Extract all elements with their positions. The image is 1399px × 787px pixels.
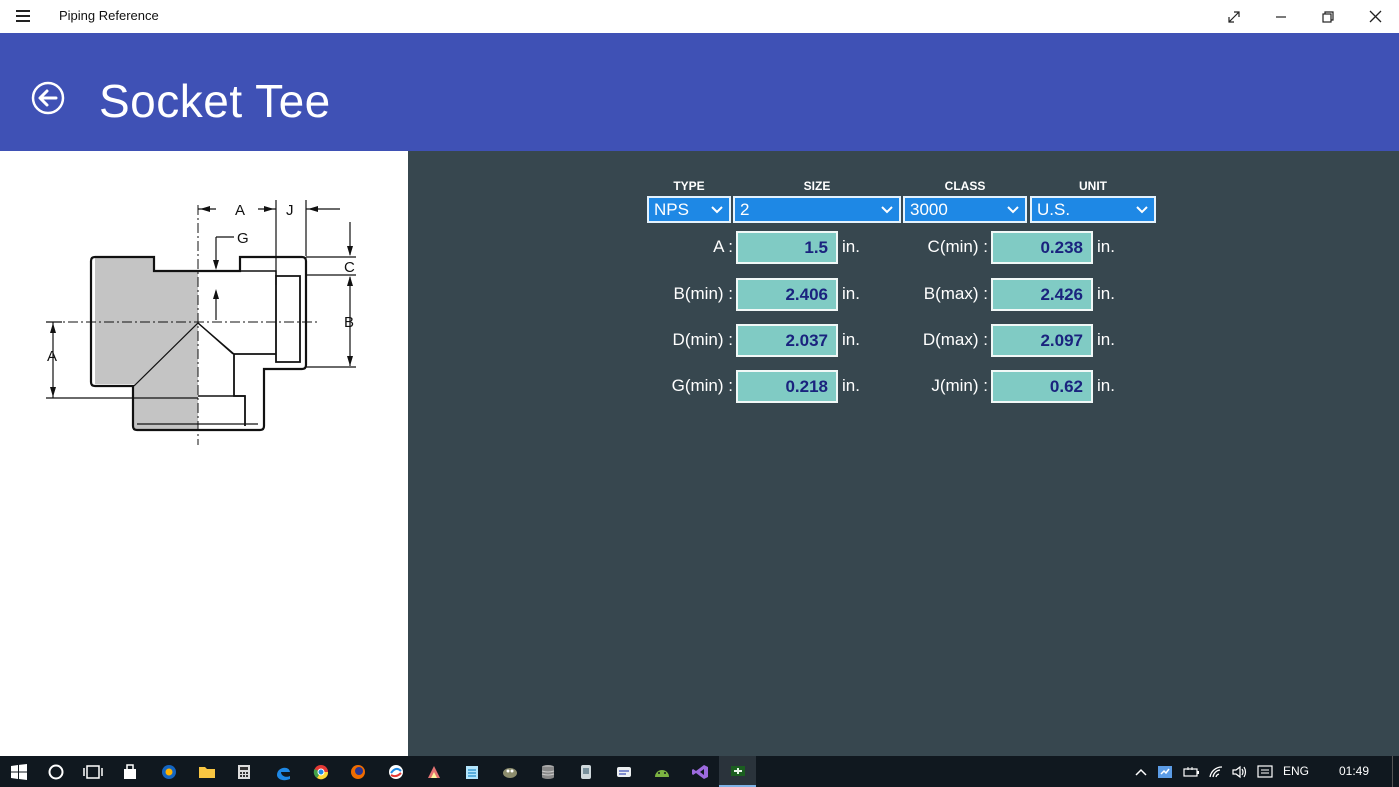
dim-unit-d-max: in.: [1097, 330, 1115, 349]
chevron-up-icon[interactable]: [1130, 756, 1152, 787]
hamburger-menu-icon[interactable]: [16, 10, 30, 22]
calculator-icon[interactable]: [225, 756, 262, 787]
app-icon[interactable]: [567, 756, 604, 787]
chevron-down-icon: [711, 206, 723, 214]
taskbar: ENG 01:49: [0, 756, 1399, 787]
dim-value-b-min: 2.406: [736, 278, 838, 311]
size-select[interactable]: 2: [733, 196, 901, 223]
size-value: 2: [740, 200, 750, 219]
task-view-icon[interactable]: [74, 756, 111, 787]
wifi-icon[interactable]: [1205, 756, 1229, 787]
diagram-label-c: C: [344, 259, 355, 276]
dim-value-a: 1.5: [736, 231, 838, 264]
data-pane: TYPE NPS SIZE 2 CLASS 3000 UNIT U.S. A :…: [408, 151, 1399, 756]
chevron-down-icon: [1136, 206, 1148, 214]
dim-value-c-min: 0.238: [991, 231, 1093, 264]
dim-label-d-max: D(max) :: [922, 330, 988, 349]
unit-value: U.S.: [1037, 200, 1071, 219]
dim-label-g-min: G(min) :: [671, 376, 733, 395]
app-icon[interactable]: [415, 756, 452, 787]
diagram-label-a-left: A: [47, 348, 57, 365]
dim-label-d-min: D(min) :: [672, 330, 733, 349]
dim-value-j-min: 0.62: [991, 370, 1093, 403]
close-button[interactable]: [1352, 0, 1398, 33]
language-indicator[interactable]: ENG: [1283, 764, 1309, 778]
battery-icon[interactable]: [1179, 756, 1203, 787]
minimize-button[interactable]: [1258, 0, 1304, 33]
app-icon[interactable]: [150, 756, 187, 787]
android-icon[interactable]: [643, 756, 680, 787]
app-title: Piping Reference: [59, 8, 159, 23]
dim-value-g-min: 0.218: [736, 370, 838, 403]
visual-studio-icon[interactable]: [681, 756, 718, 787]
diagram-label-j: J: [286, 202, 294, 219]
chevron-down-icon: [1007, 206, 1019, 214]
size-label: SIZE: [803, 179, 831, 193]
database-icon[interactable]: [529, 756, 566, 787]
unit-select[interactable]: U.S.: [1030, 196, 1156, 223]
app-icon[interactable]: [605, 756, 642, 787]
dim-label-a: A :: [713, 237, 733, 256]
chevron-down-icon: [881, 206, 893, 214]
store-icon[interactable]: [111, 756, 148, 787]
dim-value-b-max: 2.426: [991, 278, 1093, 311]
dim-unit-c-min: in.: [1097, 237, 1115, 256]
network-app-icon[interactable]: [1154, 756, 1176, 787]
dim-value-d-min: 2.037: [736, 324, 838, 357]
class-value: 3000: [910, 200, 948, 219]
dim-unit-d-min: in.: [842, 330, 860, 349]
back-arrow-icon: [31, 81, 65, 115]
diagram-label-a-top: A: [235, 202, 245, 219]
class-select[interactable]: 3000: [903, 196, 1027, 223]
page-header: Socket Tee: [0, 33, 1399, 151]
dim-unit-b-max: in.: [1097, 284, 1115, 303]
dim-unit-b-min: in.: [842, 284, 860, 303]
diagram-label-g: G: [237, 230, 249, 247]
socket-tee-diagram: A J G C B A: [46, 200, 356, 445]
back-button[interactable]: [31, 81, 65, 115]
title-bar: Piping Reference: [0, 0, 1399, 33]
unit-label: UNIT: [1079, 179, 1107, 193]
restore-button[interactable]: [1305, 0, 1351, 33]
type-select[interactable]: NPS: [647, 196, 731, 223]
dim-unit-g-min: in.: [842, 376, 860, 395]
file-explorer-icon[interactable]: [188, 756, 225, 787]
dim-label-c-min: C(min) :: [927, 237, 988, 256]
piping-reference-icon[interactable]: [719, 756, 756, 787]
show-desktop-divider[interactable]: [1392, 756, 1393, 787]
volume-icon[interactable]: [1228, 756, 1252, 787]
page-title: Socket Tee: [99, 75, 331, 127]
firefox-icon[interactable]: [339, 756, 376, 787]
notepad-icon[interactable]: [453, 756, 490, 787]
chrome-icon[interactable]: [302, 756, 339, 787]
diagram-label-b: B: [344, 314, 354, 331]
dim-label-b-max: B(max) :: [923, 284, 988, 303]
dim-label-j-min: J(min) :: [931, 376, 988, 395]
clock[interactable]: 01:49: [1339, 764, 1369, 778]
diagram-pane: A J G C B A: [0, 151, 408, 756]
dim-unit-j-min: in.: [1097, 376, 1115, 395]
cortana-icon[interactable]: [37, 756, 74, 787]
app-icon[interactable]: [377, 756, 414, 787]
type-value: NPS: [654, 200, 689, 219]
notification-icon[interactable]: [1253, 756, 1277, 787]
edge-icon[interactable]: [264, 756, 301, 787]
dim-label-b-min: B(min) :: [673, 284, 734, 303]
fullscreen-icon[interactable]: [1211, 0, 1257, 33]
start-icon[interactable]: [0, 756, 37, 787]
dim-value-d-max: 2.097: [991, 324, 1093, 357]
class-label: CLASS: [944, 179, 986, 193]
gimp-icon[interactable]: [491, 756, 528, 787]
dim-unit-a: in.: [842, 237, 860, 256]
type-label: TYPE: [673, 179, 705, 193]
